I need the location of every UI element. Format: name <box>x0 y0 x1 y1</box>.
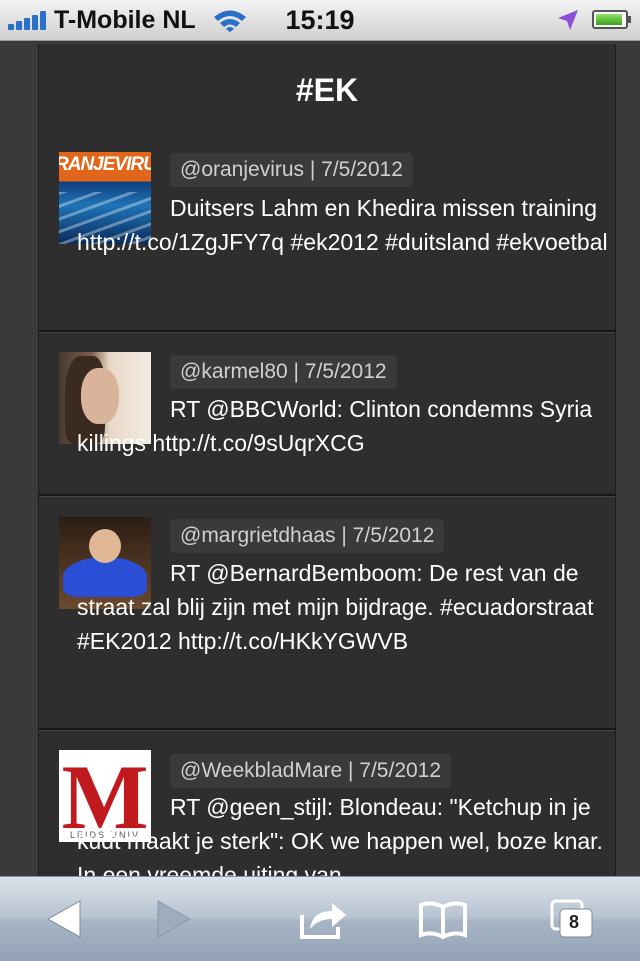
forward-arrow-icon[interactable] <box>148 897 198 941</box>
tweet-panel: #EK RANJEVIRU @oranjevirus | 7/5/2012 Du… <box>38 44 616 876</box>
tweet-item[interactable]: @margrietdhaas | 7/5/2012 RT @BernardBem… <box>39 494 615 730</box>
battery-icon <box>592 10 631 29</box>
share-icon[interactable] <box>298 897 348 941</box>
back-arrow-icon[interactable] <box>40 897 90 941</box>
tweet-meta[interactable]: @WeekbladMare | 7/5/2012 <box>170 754 452 788</box>
bookmarks-book-icon[interactable] <box>418 897 468 941</box>
tab-count: 8 <box>569 912 580 932</box>
tweet-item[interactable]: M LEIDS UNIV @WeekbladMare | 7/5/2012 RT… <box>39 728 615 876</box>
location-arrow-icon <box>558 10 578 30</box>
status-bar: T-Mobile NL 15:19 <box>0 0 640 41</box>
tweet-meta[interactable]: @karmel80 | 7/5/2012 <box>170 355 397 389</box>
tweet-text: RT @BBCWorld: Clinton condemns Syria kil… <box>77 396 593 456</box>
page-title: #EK <box>295 72 359 108</box>
tabs-pages-icon[interactable]: 8 <box>548 897 598 941</box>
tweet-text: Duitsers Lahm en Khedira missen training… <box>77 195 608 255</box>
tweet-item[interactable]: @karmel80 | 7/5/2012 RT @BBCWorld: Clint… <box>39 330 615 496</box>
tweet-meta[interactable]: @margrietdhaas | 7/5/2012 <box>170 519 445 553</box>
tweet-meta[interactable]: @oranjevirus | 7/5/2012 <box>170 153 413 187</box>
browser-toolbar: 8 <box>0 876 640 961</box>
status-clock: 15:19 <box>285 5 355 35</box>
tweet-item[interactable]: RANJEVIRU @oranjevirus | 7/5/2012 Duitse… <box>39 144 615 330</box>
avatar-logo-text: RANJEVIRU <box>59 154 151 175</box>
tweet-text: RT @geen_stijl: Blondeau: "Ketchup in je… <box>77 794 603 876</box>
tweet-text: RT @BernardBemboom: De rest van de straa… <box>77 560 594 654</box>
